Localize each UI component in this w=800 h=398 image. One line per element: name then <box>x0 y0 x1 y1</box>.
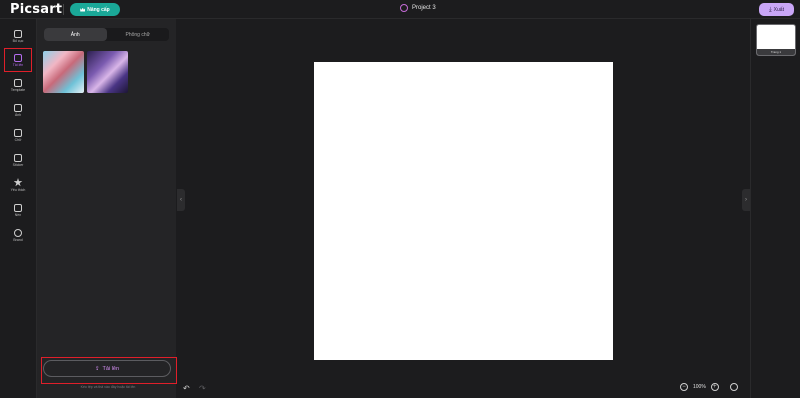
rail-item-label: Template <box>10 87 26 92</box>
export-label: Xuất <box>773 6 784 13</box>
uploaded-image-thumb[interactable] <box>43 51 84 93</box>
layout-icon <box>14 29 22 38</box>
tool-rail: Bố cục Tải lên Template Ảnh Chữ Sticker … <box>0 19 37 398</box>
zoom-in-icon[interactable]: + <box>710 383 719 391</box>
text-icon <box>14 128 22 137</box>
upload-hint: Kéo tệp và thả vào đây hoặc tải lên <box>80 385 136 389</box>
rail-item-label: Nền <box>14 212 22 217</box>
zoom-controls: − 100% + <box>680 383 738 391</box>
rail-item-label: Bố cục <box>12 38 24 43</box>
undo-icon[interactable]: ↶ <box>183 384 190 393</box>
redo-icon[interactable]: ↷ <box>199 384 206 393</box>
rail-item-image[interactable]: Ảnh <box>4 99 32 121</box>
tab-fonts[interactable]: Phông chữ <box>107 28 170 41</box>
uploaded-image-thumb[interactable] <box>87 51 128 93</box>
rail-item-template[interactable]: Template <box>4 74 32 96</box>
rail-item-label: Ảnh <box>14 112 22 117</box>
panel-tabs: Ảnh Phông chữ <box>44 28 169 41</box>
rail-item-label: Chữ <box>14 137 22 142</box>
expand-right-panel-button[interactable]: › <box>742 189 750 211</box>
image-icon <box>14 103 22 112</box>
star-icon <box>13 178 23 187</box>
rail-item-label: Tải lên <box>12 62 24 67</box>
pages-panel: Trang 1 <box>750 19 800 398</box>
rail-item-layout[interactable]: Bố cục <box>4 25 32 47</box>
rail-item-favorites[interactable]: Yêu thích <box>4 174 32 196</box>
chevron-left-icon: ‹ <box>180 197 182 203</box>
project-title[interactable]: Project 3 <box>400 4 436 12</box>
settings-icon[interactable] <box>729 383 738 391</box>
top-bar: Picsart Nâng cấp Project 3 ⤓ Xuất <box>0 0 800 19</box>
crown-icon <box>80 7 86 12</box>
upgrade-button[interactable]: Nâng cấp <box>70 3 120 16</box>
sticker-icon <box>14 153 22 162</box>
picsart-logo[interactable]: Picsart <box>10 2 62 17</box>
design-canvas[interactable] <box>314 62 613 360</box>
header-divider <box>63 4 64 15</box>
project-title-text: Project 3 <box>412 5 436 11</box>
tab-images[interactable]: Ảnh <box>44 28 107 41</box>
rail-item-label: Yêu thích <box>10 188 26 192</box>
rail-item-label: Brand <box>13 237 23 242</box>
page-label: Trang 1 <box>757 49 795 55</box>
upload-icon <box>14 53 22 62</box>
upload-panel: Ảnh Phông chữ ⇪ Tải lên Kéo tệp và thả v… <box>37 19 176 398</box>
collapse-left-panel-button[interactable]: ‹ <box>177 189 185 211</box>
upload-highlight-box <box>41 357 177 384</box>
page-thumbnail[interactable]: Trang 1 <box>756 24 796 56</box>
project-icon <box>400 4 408 12</box>
brand-icon <box>14 228 22 237</box>
zoom-out-icon[interactable]: − <box>680 383 688 391</box>
template-icon <box>14 78 22 87</box>
rail-item-text[interactable]: Chữ <box>4 124 32 146</box>
export-button[interactable]: ⤓ Xuất <box>759 3 794 16</box>
download-icon: ⤓ <box>769 6 772 13</box>
zoom-value: 100% <box>693 384 706 390</box>
rail-item-upload[interactable]: Tải lên <box>4 48 32 72</box>
background-icon <box>14 203 22 212</box>
rail-item-background[interactable]: Nền <box>4 199 32 221</box>
rail-item-label: Sticker <box>12 162 24 167</box>
upgrade-label: Nâng cấp <box>87 6 110 13</box>
rail-item-brand[interactable]: Brand <box>4 224 32 246</box>
rail-item-sticker[interactable]: Sticker <box>4 149 32 171</box>
chevron-right-icon: › <box>745 197 747 203</box>
